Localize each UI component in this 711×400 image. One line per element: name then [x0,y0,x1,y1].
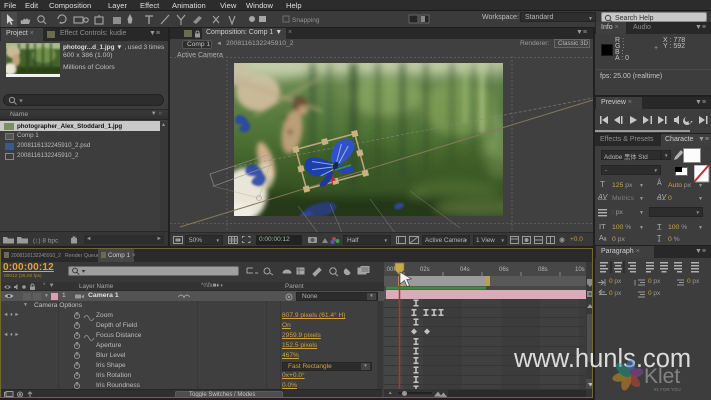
svg-text:(↕) 8 bpc: (↕) 8 bpc [33,238,59,245]
svg-text:06s: 06s [499,267,509,273]
svg-text:08s: 08s [538,267,548,273]
svg-text:#1 FOR YOU: #1 FOR YOU [654,387,681,392]
svg-text:Klet: Klet [644,365,680,388]
svg-text:04s: 04s [460,267,470,273]
svg-text:10s: 10s [575,267,585,273]
svg-text:02s: 02s [420,267,430,273]
svg-text:Snapping: Snapping [292,17,320,24]
svg-text::00f: :00f [385,267,395,273]
